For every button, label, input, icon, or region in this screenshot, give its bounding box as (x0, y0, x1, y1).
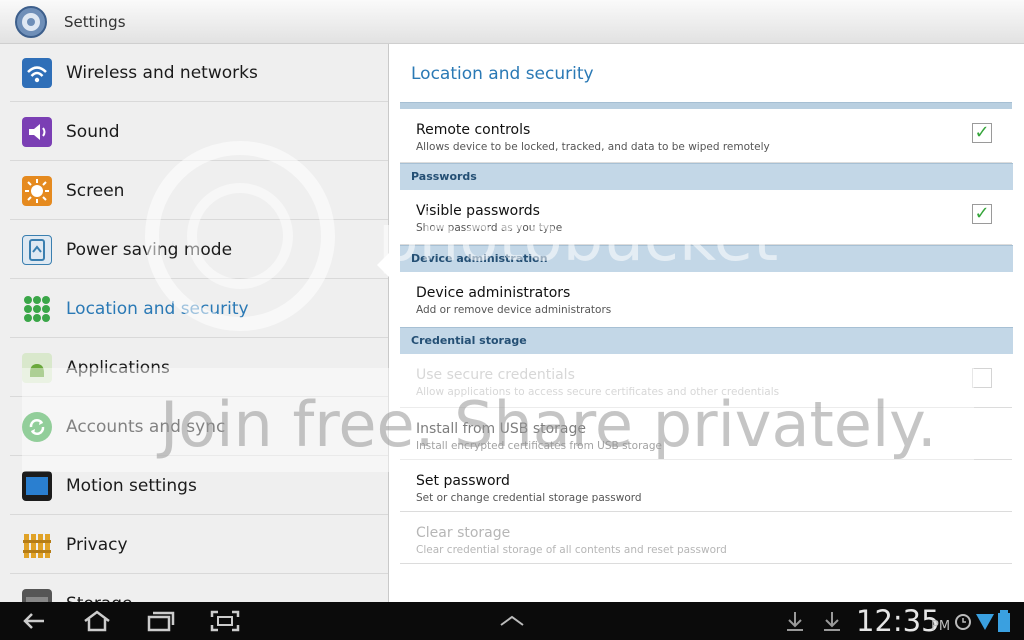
fence-icon (22, 530, 52, 560)
pref-summary: Allow applications to access secure cert… (416, 386, 780, 398)
screenshot-icon[interactable] (208, 608, 242, 634)
panel-title: Location and security (411, 64, 594, 84)
clock-time[interactable]: 12:35 (856, 604, 940, 638)
title-bar: Settings (0, 0, 1024, 44)
wifi-signal-icon (976, 614, 994, 630)
pref-summary: Install encrypted certificates from USB … (416, 440, 662, 452)
sidebar-item-accounts-sync[interactable]: Accounts and sync (10, 398, 388, 456)
pref-summary: Show password as you type (416, 222, 563, 234)
sidebar-item-motion[interactable]: Motion settings (10, 457, 388, 515)
sidebar-item-label: Applications (66, 358, 170, 378)
pref-use-secure-credentials[interactable]: Use secure credentials Allow application… (400, 354, 1012, 408)
speaker-icon (22, 117, 52, 147)
back-icon[interactable] (18, 608, 52, 634)
sidebar-item-location-security[interactable]: Location and security (10, 280, 388, 338)
pref-title: Install from USB storage (416, 421, 586, 437)
recent-apps-icon[interactable] (144, 608, 178, 634)
sidebar-item-sound[interactable]: Sound (10, 103, 388, 161)
pref-summary: Allows device to be locked, tracked, and… (416, 141, 770, 153)
pref-device-administrators[interactable]: Device administrators Add or remove devi… (400, 272, 1012, 327)
download-icon (787, 612, 803, 631)
sidebar-item-screen[interactable]: Screen (10, 162, 388, 220)
home-icon[interactable] (80, 608, 114, 634)
sidebar-item-label: Privacy (66, 535, 128, 555)
pref-summary: Clear credential storage of all contents… (416, 544, 727, 556)
sync-icon (22, 412, 52, 442)
pref-install-usb[interactable]: Install from USB storage Install encrypt… (400, 408, 1012, 460)
alarm-icon (955, 614, 971, 630)
pref-title: Clear storage (416, 525, 511, 541)
android-icon (22, 353, 52, 383)
sidebar-item-label: Accounts and sync (66, 417, 226, 437)
app-title: Settings (64, 13, 126, 31)
category-passwords: Passwords (400, 163, 1013, 190)
recycle-icon (22, 235, 52, 265)
sidebar-item-label: Power saving mode (66, 240, 233, 260)
system-nav-bar: 12:35 PM (0, 602, 1024, 640)
sidebar-item-label: Wireless and networks (66, 63, 258, 83)
sidebar-item-applications[interactable]: Applications (10, 339, 388, 397)
category-label: Device administration (411, 252, 548, 265)
sidebar-item-label: Motion settings (66, 476, 197, 496)
pref-summary: Add or remove device administrators (416, 304, 612, 316)
pref-clear-storage[interactable]: Clear storage Clear credential storage o… (400, 512, 1012, 564)
sun-icon (22, 176, 52, 206)
settings-sidebar: Wireless and networks Sound Screen Power… (0, 44, 389, 602)
pref-title: Remote controls (416, 122, 531, 138)
pref-summary: Set or change credential storage passwor… (416, 492, 642, 504)
category-device-administration: Device administration (400, 245, 1013, 272)
sidebar-item-privacy[interactable]: Privacy (10, 516, 388, 574)
clock-ampm: PM (931, 619, 951, 634)
pref-title: Device administrators (416, 285, 571, 301)
tablet-icon (22, 471, 52, 501)
battery-icon (998, 610, 1010, 632)
sidebar-item-label: Sound (66, 122, 120, 142)
gear-icon[interactable] (14, 5, 48, 39)
pref-remote-controls[interactable]: Remote controls Allows device to be lock… (400, 109, 1012, 163)
pref-title: Visible passwords (416, 203, 540, 219)
sidebar-item-storage[interactable]: Storage (10, 575, 388, 602)
sidebar-item-label: Storage (66, 594, 133, 602)
pref-title: Use secure credentials (416, 367, 575, 383)
sidebar-item-wireless[interactable]: Wireless and networks (10, 44, 388, 102)
pref-visible-passwords[interactable]: Visible passwords Show password as you t… (400, 190, 1012, 245)
category-credential-storage: Credential storage (400, 327, 1013, 354)
category-label: Credential storage (411, 334, 527, 347)
download-icon (824, 612, 840, 631)
category-label: Passwords (411, 170, 477, 183)
visible-passwords-checkbox[interactable]: ✓ (972, 204, 992, 224)
remote-controls-checkbox[interactable]: ✓ (972, 123, 992, 143)
pref-set-password[interactable]: Set password Set or change credential st… (400, 460, 1012, 512)
sidebar-item-power-saving[interactable]: Power saving mode (10, 221, 388, 279)
secure-credentials-checkbox[interactable] (972, 368, 992, 388)
grid-icon (22, 294, 52, 324)
title-divider (400, 102, 1012, 109)
selection-pointer (377, 253, 389, 277)
chevron-up-icon[interactable] (495, 608, 529, 634)
pref-title: Set password (416, 473, 510, 489)
sidebar-item-label: Location and security (66, 299, 249, 319)
wifi-icon (22, 58, 52, 88)
storage-icon (22, 589, 52, 602)
detail-panel: Location and security Remote controls Al… (389, 44, 1024, 602)
sidebar-item-label: Screen (66, 181, 125, 201)
